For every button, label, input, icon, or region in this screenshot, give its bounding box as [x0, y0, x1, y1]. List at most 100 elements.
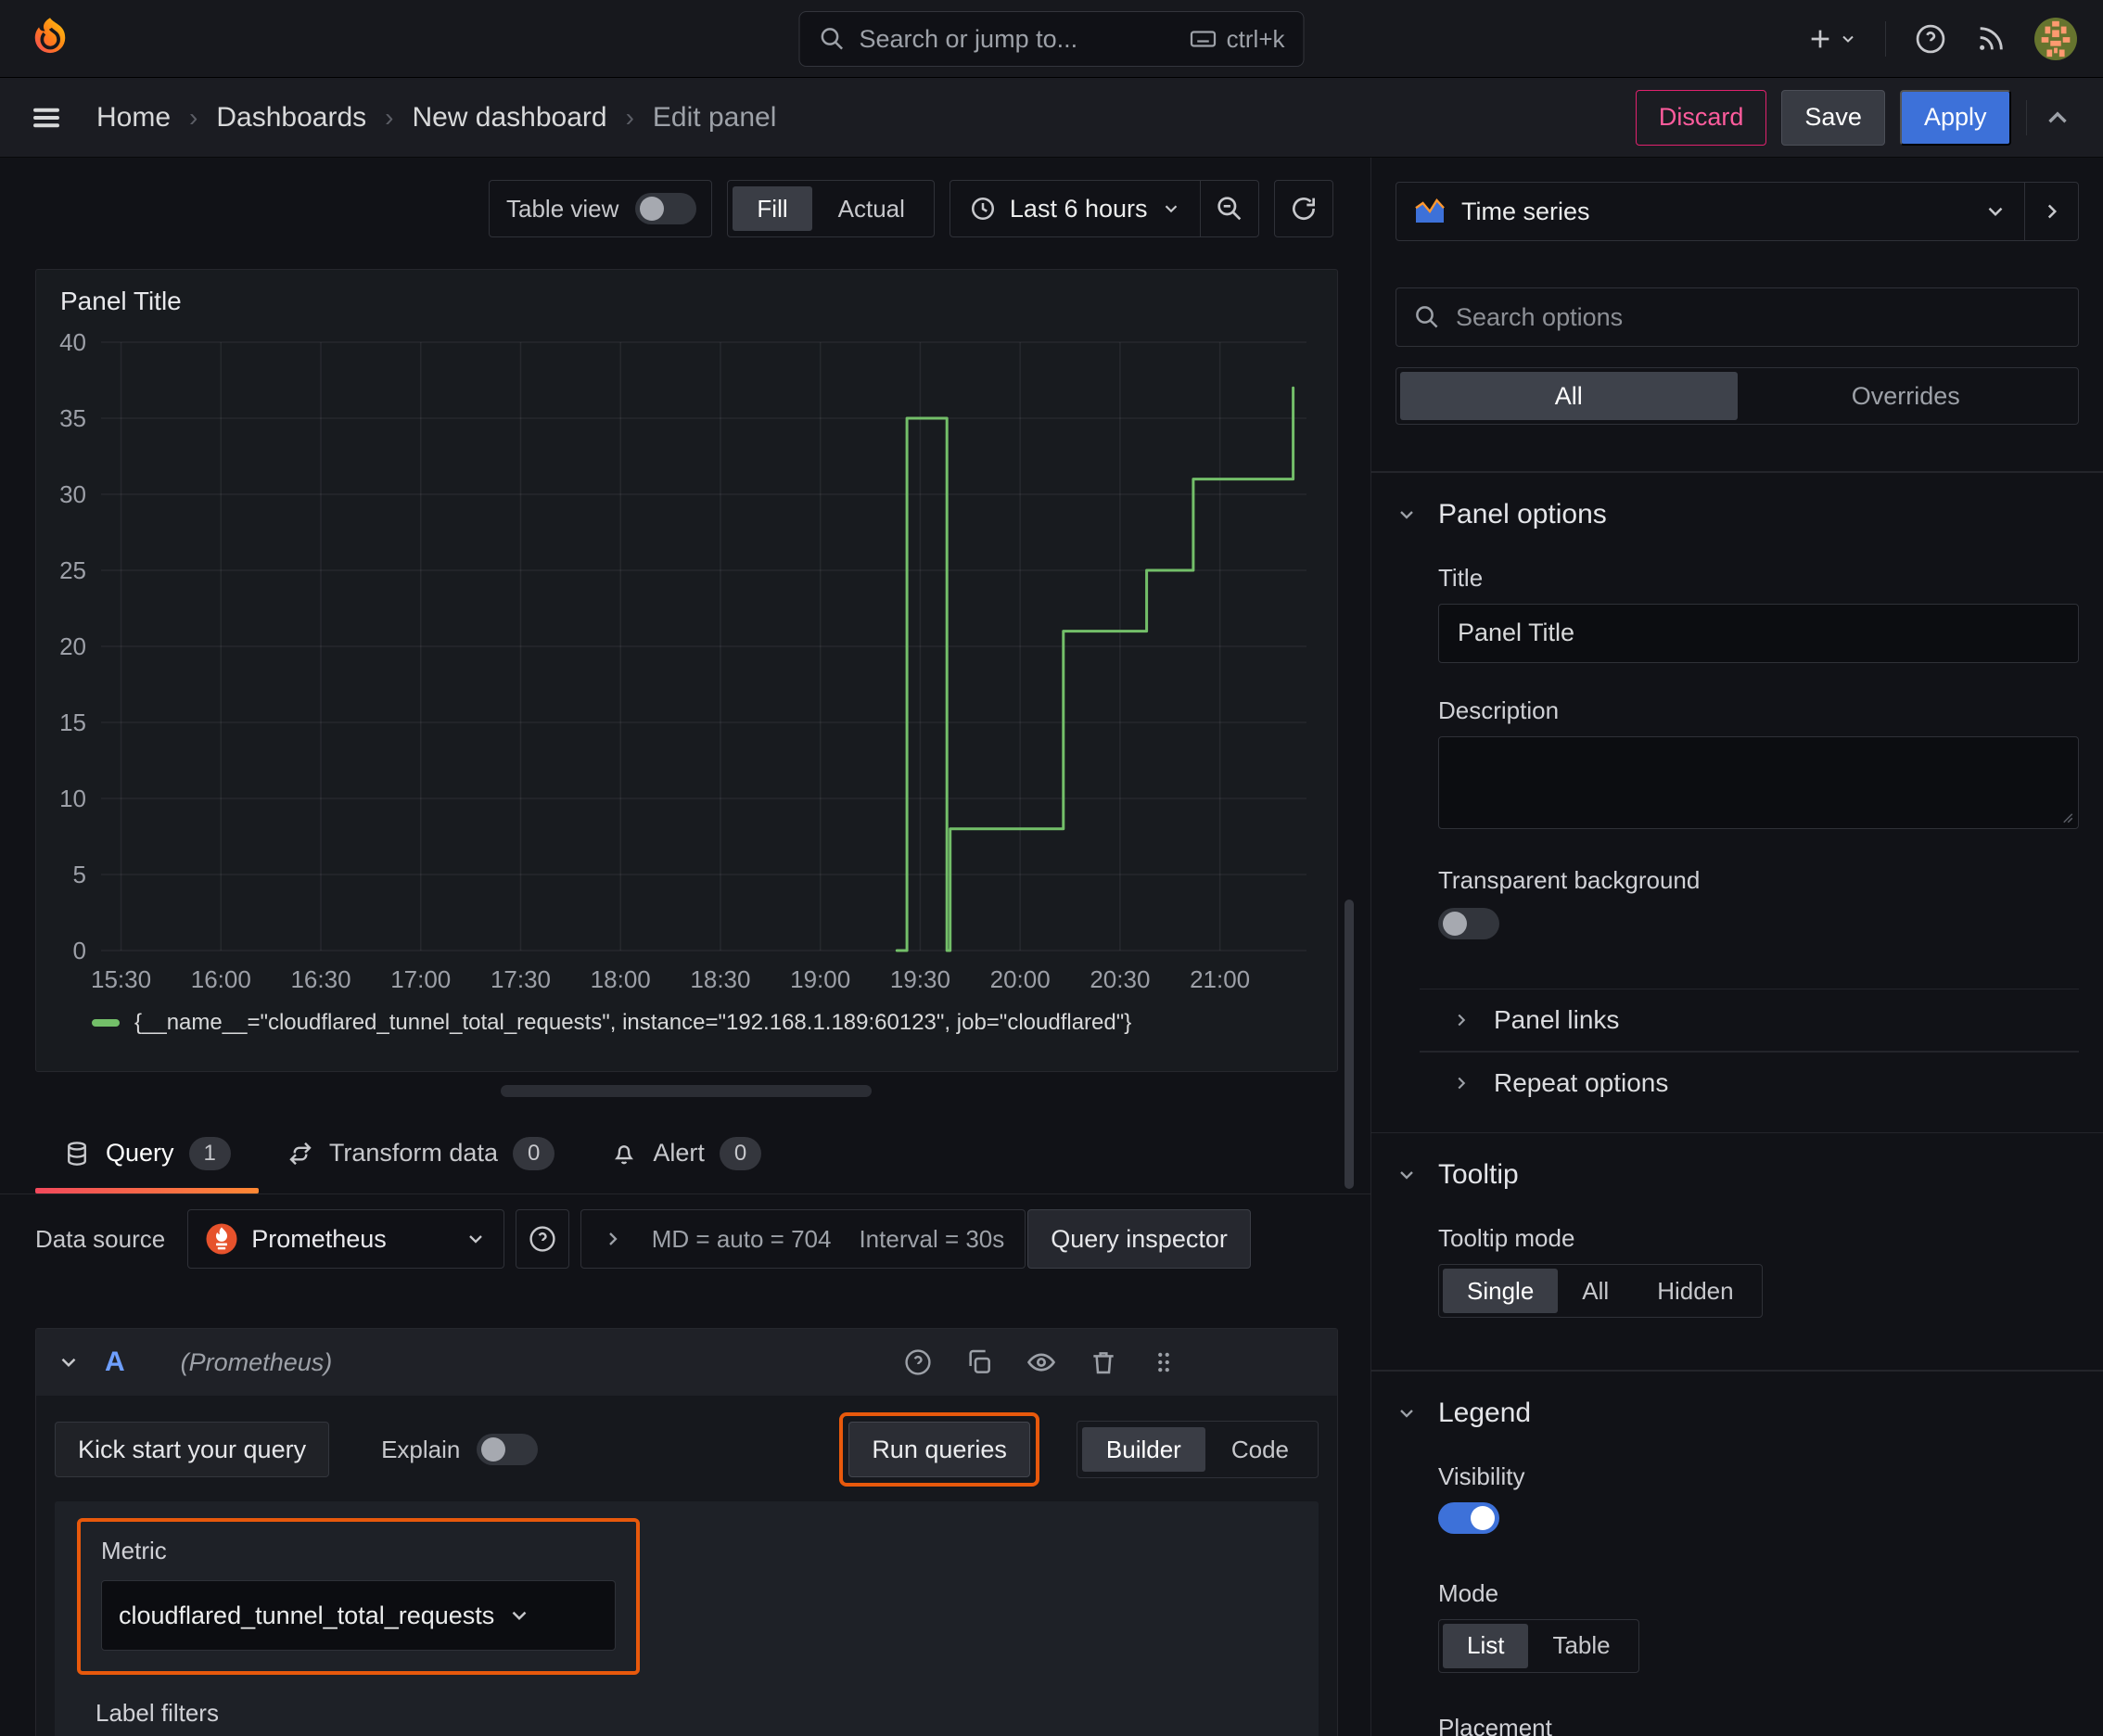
chevron-down-icon	[1165, 205, 1177, 213]
save-button[interactable]: Save	[1781, 89, 1885, 146]
trash-icon[interactable]	[1089, 1347, 1118, 1377]
zoom-out-time-button[interactable]	[1201, 181, 1258, 236]
legend-visibility-toggle[interactable]	[1438, 1501, 1499, 1534]
datasource-picker[interactable]: Prometheus	[187, 1209, 504, 1269]
query-row-header[interactable]: A (Prometheus)	[36, 1329, 1337, 1396]
apply-button[interactable]: Apply	[1899, 89, 2011, 146]
datasource-label: Data source	[35, 1224, 166, 1253]
svg-text:21:00: 21:00	[1190, 965, 1250, 993]
breadcrumb-home[interactable]: Home	[96, 102, 171, 134]
query-options-summary[interactable]: MD = auto = 704 Interval = 30s	[580, 1209, 1026, 1269]
divider	[1371, 471, 2103, 473]
help-button[interactable]	[1914, 22, 1947, 56]
tooltip-mode-hidden[interactable]: Hidden	[1633, 1269, 1757, 1313]
breadcrumb-dashboards[interactable]: Dashboards	[216, 102, 366, 134]
tab-transform-label: Transform data	[328, 1139, 498, 1167]
tab-all[interactable]: All	[1400, 372, 1738, 420]
chevron-down-icon	[512, 1611, 527, 1621]
breadcrumb-new-dashboard[interactable]: New dashboard	[412, 102, 606, 134]
svg-text:35: 35	[59, 404, 86, 432]
new-menu-button[interactable]	[1805, 24, 1857, 54]
metric-select[interactable]: cloudflared_tunnel_total_requests	[101, 1580, 616, 1651]
tab-query[interactable]: Query 1	[35, 1113, 259, 1194]
max-data-points: MD = auto = 704	[651, 1224, 832, 1253]
global-search[interactable]: Search or jump to... ctrl+k	[798, 11, 1305, 67]
visualization-select[interactable]: Time series	[1396, 183, 2024, 240]
divider	[2025, 99, 2027, 135]
menu-toggle-icon[interactable]	[30, 101, 63, 134]
options-search[interactable]	[1396, 287, 2079, 347]
pane-resize-handle[interactable]	[501, 1085, 872, 1097]
actual-option[interactable]: Actual	[814, 186, 929, 231]
legend-mode-list[interactable]: List	[1443, 1623, 1529, 1668]
query-inspector-button[interactable]: Query inspector	[1027, 1209, 1251, 1269]
chevron-up-icon	[2048, 110, 2067, 122]
collapse-header-button[interactable]	[2042, 102, 2073, 134]
drag-handle-icon[interactable]	[1150, 1348, 1178, 1376]
eye-icon[interactable]	[1026, 1347, 1057, 1378]
news-button[interactable]	[1975, 23, 2007, 55]
panel-links-section[interactable]: Panel links	[1438, 989, 2079, 1051]
time-range-label: Last 6 hours	[1009, 194, 1148, 223]
repeat-options-label: Repeat options	[1494, 1067, 1669, 1097]
rss-icon	[1980, 26, 2003, 50]
breadcrumb-edit-panel: Edit panel	[652, 101, 777, 133]
breadcrumb: Home › Dashboards › New dashboard › Edit…	[96, 102, 776, 134]
refresh-icon	[1293, 198, 1315, 220]
time-range-picker[interactable]: Last 6 hours	[950, 195, 1200, 223]
code-option[interactable]: Code	[1207, 1427, 1313, 1472]
builder-option[interactable]: Builder	[1081, 1427, 1205, 1472]
time-series-chart[interactable]: 15:30 16:00 16:30 17:00 17:30 18:00 18:30 19:00…	[45, 329, 1325, 1002]
legend-series-label[interactable]: {__name__="cloudflared_tunnel_total_requ…	[134, 1010, 1131, 1036]
run-queries-button[interactable]: Run queries	[848, 1422, 1030, 1477]
explain-control: Explain	[381, 1434, 539, 1465]
query-row-actions	[903, 1347, 1178, 1378]
legend-placement-label: Placement	[1438, 1713, 1552, 1736]
svg-text:30: 30	[59, 480, 86, 508]
panel-title-input[interactable]	[1438, 603, 2079, 663]
builder-code-switch: Builder Code	[1076, 1421, 1319, 1478]
tab-alert-label: Alert	[653, 1139, 705, 1167]
section-tooltip[interactable]: Tooltip	[1396, 1159, 2079, 1191]
legend-swatch	[92, 1019, 120, 1027]
svg-text:20: 20	[59, 632, 86, 660]
grafana-logo-icon[interactable]	[26, 15, 74, 63]
discard-button[interactable]: Discard	[1635, 89, 1767, 146]
repeat-options-section[interactable]: Repeat options	[1438, 1053, 2079, 1114]
tab-overrides[interactable]: Overrides	[1738, 372, 2075, 420]
grafana-edit-panel: Search or jump to... ctrl+k Home › Dashb…	[0, 0, 2103, 1736]
description-textarea[interactable]	[1438, 735, 2079, 829]
table-view-toggle[interactable]	[635, 193, 697, 224]
section-legend[interactable]: Legend	[1396, 1398, 2079, 1429]
table-view-label: Table view	[506, 194, 619, 223]
help-icon[interactable]	[903, 1347, 933, 1377]
tab-transform-data[interactable]: Transform data 0	[259, 1113, 582, 1194]
tooltip-mode-all[interactable]: All	[1558, 1269, 1633, 1313]
options-search-input[interactable]	[1456, 302, 2061, 332]
svg-text:15:30: 15:30	[91, 965, 151, 993]
chart-panel: Panel Title 15:30 16:00 16:30 17:00 17:30 18:…	[35, 269, 1338, 1072]
datasource-help-button[interactable]	[515, 1209, 569, 1269]
tab-transform-count: 0	[512, 1136, 555, 1170]
run-queries-highlight: Run queries	[839, 1412, 1039, 1487]
duplicate-icon[interactable]	[964, 1347, 994, 1377]
refresh-button[interactable]	[1275, 181, 1332, 236]
legend-mode-table[interactable]: Table	[1528, 1624, 1634, 1668]
tooltip-mode-single[interactable]: Single	[1443, 1269, 1559, 1313]
user-avatar[interactable]	[2034, 17, 2077, 60]
top-nav-bar: Search or jump to... ctrl+k	[0, 0, 2103, 78]
section-panel-options[interactable]: Panel options	[1396, 499, 2079, 530]
refresh-group	[1274, 180, 1333, 237]
fill-option[interactable]: Fill	[733, 186, 812, 231]
tab-alert[interactable]: Alert 0	[582, 1113, 789, 1194]
svg-text:20:30: 20:30	[1090, 965, 1150, 993]
toggle-viz-list-button[interactable]	[2024, 183, 2078, 240]
clock-icon	[971, 197, 994, 221]
kick-start-query-button[interactable]: Kick start your query	[55, 1422, 330, 1477]
explain-toggle[interactable]	[477, 1434, 539, 1465]
visualization-picker: Time series	[1396, 182, 2079, 241]
panel-options-pane: Time series All Overrides Panel options …	[1370, 158, 2103, 1736]
interval-value: Interval = 30s	[859, 1224, 1005, 1253]
database-icon	[63, 1140, 91, 1168]
transparent-background-toggle[interactable]	[1438, 907, 1499, 939]
